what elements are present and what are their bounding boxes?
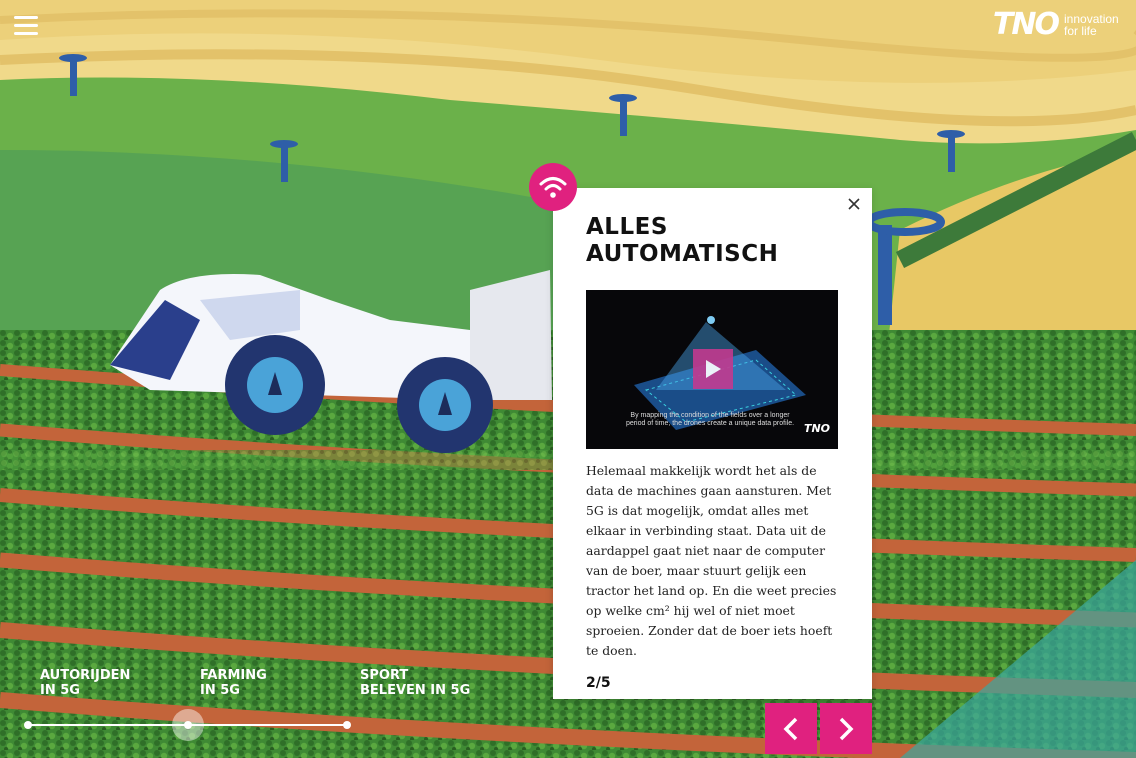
timeline-item-autorijden[interactable]: AUTORIJDEN IN 5G bbox=[40, 668, 130, 698]
chevron-left-icon bbox=[783, 717, 798, 740]
chevron-right-icon bbox=[839, 717, 854, 740]
timeline-item-line1: FARMING bbox=[200, 668, 267, 683]
tno-logo[interactable]: TNO innovation for life bbox=[993, 10, 1128, 40]
video-caption: By mapping the condition of the fields o… bbox=[625, 412, 795, 427]
prev-button[interactable] bbox=[765, 703, 817, 754]
timeline-item-line2: BELEVEN IN 5G bbox=[360, 683, 471, 698]
close-icon[interactable] bbox=[846, 196, 862, 212]
timeline-item-line2: IN 5G bbox=[40, 683, 80, 698]
video-player[interactable]: By mapping the condition of the fields o… bbox=[586, 290, 838, 449]
wifi-signal-icon bbox=[529, 163, 577, 211]
card-body-text: Helemaal makkelijk wordt het als de data… bbox=[586, 463, 837, 658]
timeline-item-sport[interactable]: SPORT BELEVEN IN 5G bbox=[360, 668, 470, 698]
card-title-line1: ALLES bbox=[586, 214, 668, 240]
logo-tagline: innovation for life bbox=[1064, 12, 1119, 38]
play-icon[interactable] bbox=[693, 349, 733, 389]
timeline-dot-sport[interactable] bbox=[343, 721, 351, 729]
card-pager: 2/5 bbox=[586, 675, 611, 691]
hamburger-menu-icon[interactable] bbox=[14, 16, 38, 36]
logo-mark: TNO bbox=[992, 7, 1060, 42]
timeline-dot-farming-active[interactable] bbox=[172, 709, 204, 741]
timeline-item-line1: AUTORIJDEN bbox=[40, 668, 131, 683]
timeline-dot-autorijden[interactable] bbox=[24, 721, 32, 729]
next-button[interactable] bbox=[820, 703, 872, 754]
card-title: ALLES AUTOMATISCH bbox=[586, 214, 839, 268]
timeline-item-line1: SPORT bbox=[360, 668, 409, 683]
video-logo: TNO bbox=[803, 422, 830, 435]
timeline-item-line2: IN 5G bbox=[200, 683, 240, 698]
timeline-item-farming[interactable]: FARMING IN 5G bbox=[200, 668, 267, 698]
card-title-line2: AUTOMATISCH bbox=[586, 241, 779, 267]
info-card: ALLES AUTOMATISCH By mapping the conditi… bbox=[553, 188, 872, 699]
